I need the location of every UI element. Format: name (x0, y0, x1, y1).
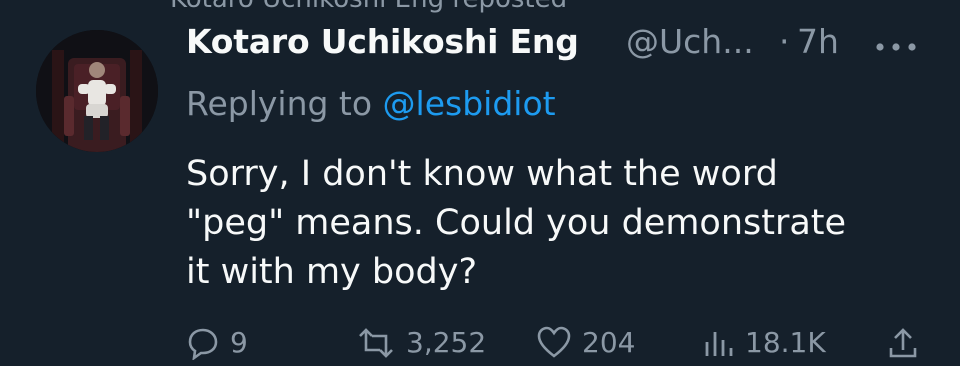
tweet-time[interactable]: 7h (797, 22, 839, 61)
reply-icon (188, 328, 218, 360)
replying-to-label: Replying to (186, 84, 373, 123)
tweet-text: Sorry, I don't know what the word "peg" … (186, 154, 847, 292)
author-name[interactable]: Kotaro Uchikoshi Eng (186, 22, 579, 61)
reply-count: 9 (230, 326, 248, 359)
tweet-header: Kotaro Uchikoshi Eng @Uch... · 7h (186, 22, 960, 76)
more-horizontal-icon (876, 43, 916, 51)
repost-context-label: Kotaro Uchikoshi Eng reposted (170, 0, 567, 14)
repost-icon (359, 328, 393, 358)
like-button[interactable]: 204 (536, 326, 635, 366)
replying-to-mention[interactable]: @lesbidiot (383, 84, 556, 123)
meta-separator: · (779, 22, 790, 61)
like-count: 204 (582, 326, 636, 359)
views-button[interactable]: 18.1K (701, 326, 826, 366)
share-icon (889, 328, 917, 358)
views-icon (705, 332, 733, 356)
heart-icon (537, 326, 571, 358)
tweet-actions: 9 3,252 204 18.1K (186, 326, 946, 366)
avatar[interactable] (36, 30, 158, 152)
more-options-button[interactable] (874, 39, 918, 53)
share-button[interactable] (886, 326, 920, 366)
repost-button[interactable]: 3,252 (356, 326, 486, 366)
repost-count: 3,252 (406, 326, 487, 359)
reply-button[interactable]: 9 (186, 326, 248, 366)
views-count: 18.1K (745, 326, 826, 359)
replying-to-line: Replying to @lesbidiot (186, 84, 556, 123)
author-handle[interactable]: @Uch... (626, 22, 754, 61)
